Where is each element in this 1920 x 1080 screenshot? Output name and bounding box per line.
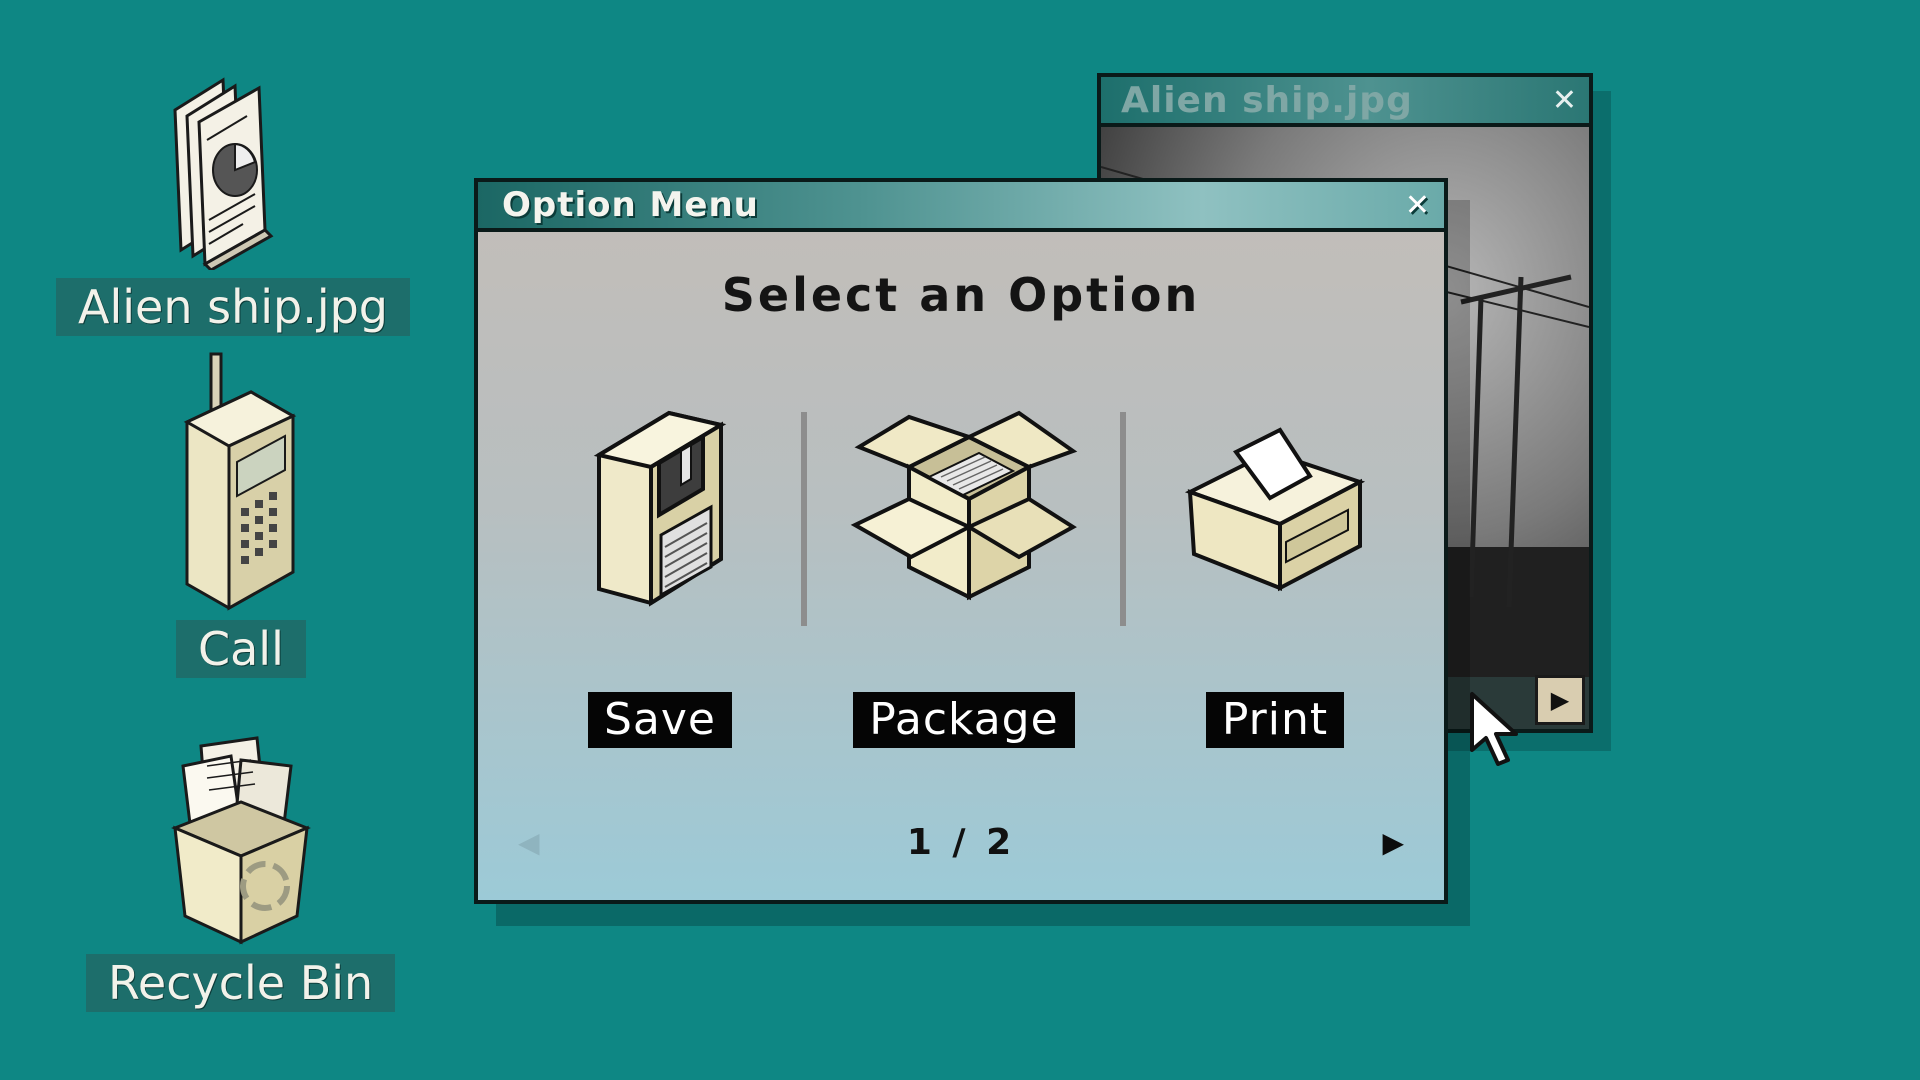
desktop-icon-label: Alien ship.jpg xyxy=(56,278,411,336)
option-divider xyxy=(801,412,807,626)
save-option[interactable]: Save xyxy=(510,392,810,748)
option-menu-close-button[interactable]: ✕ xyxy=(1405,188,1430,223)
floppy-disk-icon xyxy=(593,410,727,607)
package-option[interactable]: Package xyxy=(814,392,1114,748)
option-menu-titlebar[interactable]: Option Menu ✕ xyxy=(478,182,1444,232)
save-button[interactable]: Save xyxy=(587,692,732,748)
brick-phone-icon xyxy=(183,352,297,611)
page-indicator: 1 / 2 xyxy=(906,822,1016,863)
desktop-icon-alien-ship[interactable]: Alien ship.jpg xyxy=(56,70,411,336)
package-button[interactable]: Package xyxy=(853,692,1075,748)
recycle-bin-icon xyxy=(170,736,311,945)
open-box-icon xyxy=(850,410,1078,601)
printer-icon xyxy=(1184,427,1366,592)
image-viewer-close-button[interactable]: ✕ xyxy=(1552,83,1577,118)
pager: ◀ 1 / 2 ▶ xyxy=(518,822,1404,863)
image-next-button[interactable]: ▶ xyxy=(1535,675,1585,725)
desktop-icon-recycle-bin[interactable]: Recycle Bin xyxy=(86,736,396,1012)
option-menu-title: Option Menu xyxy=(502,185,759,225)
print-option[interactable]: Print xyxy=(1125,392,1425,748)
desktop-icon-call[interactable]: Call xyxy=(176,352,306,678)
desktop-icon-label: Recycle Bin xyxy=(86,954,396,1012)
mouse-cursor-icon xyxy=(1470,692,1518,766)
previous-page-button[interactable]: ◀ xyxy=(518,826,558,859)
next-page-button[interactable]: ▶ xyxy=(1364,826,1404,859)
desktop-icon-label: Call xyxy=(176,620,306,678)
option-menu-dialog[interactable]: Option Menu ✕ Select an Option Save Pack… xyxy=(474,178,1448,904)
dialog-heading: Select an Option xyxy=(721,268,1201,322)
image-viewer-titlebar[interactable]: Alien ship.jpg ✕ xyxy=(1101,77,1589,127)
image-viewer-title: Alien ship.jpg xyxy=(1121,79,1413,121)
document-chart-icon xyxy=(173,77,274,270)
print-button[interactable]: Print xyxy=(1205,692,1345,748)
